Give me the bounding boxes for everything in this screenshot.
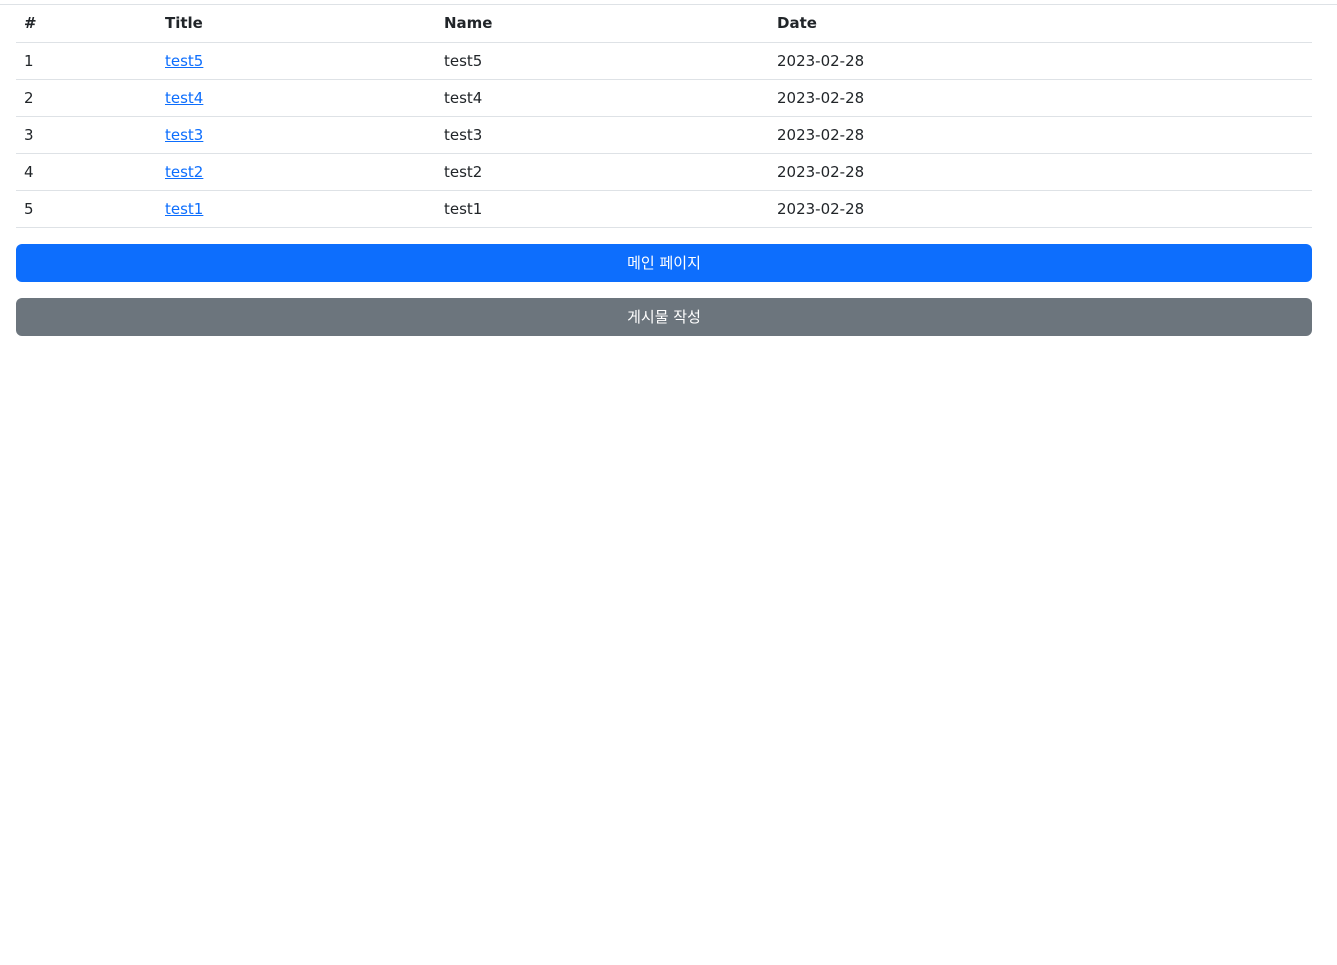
post-title-link[interactable]: test1 [165,200,203,218]
row-date: 2023-02-28 [769,79,1312,117]
row-title-cell: test5 [157,42,436,80]
table-header: # Title Name Date [16,5,1312,43]
row-title-cell: test1 [157,190,436,228]
row-date: 2023-02-28 [769,190,1312,228]
row-number: 3 [16,116,157,154]
board-container: # Title Name Date 1 test5 test5 2023-02-… [16,5,1312,336]
table-body: 1 test5 test5 2023-02-28 2 test4 test4 2… [16,42,1312,228]
row-number: 5 [16,190,157,228]
table-row: 5 test1 test1 2023-02-28 [16,190,1312,228]
post-table: # Title Name Date 1 test5 test5 2023-02-… [16,5,1312,228]
write-post-button[interactable]: 게시물 작성 [16,297,1312,336]
post-title-link[interactable]: test2 [165,163,203,181]
row-title-cell: test2 [157,153,436,191]
row-name: test5 [436,42,769,80]
column-header-number: # [16,5,157,43]
column-header-date: Date [769,5,1312,43]
post-title-link[interactable]: test5 [165,52,203,70]
column-header-name: Name [436,5,769,43]
row-name: test4 [436,79,769,117]
row-number: 4 [16,153,157,191]
table-row: 2 test4 test4 2023-02-28 [16,79,1312,117]
table-row: 4 test2 test2 2023-02-28 [16,153,1312,191]
row-title-cell: test4 [157,79,436,117]
row-title-cell: test3 [157,116,436,154]
row-number: 2 [16,79,157,117]
row-name: test1 [436,190,769,228]
row-date: 2023-02-28 [769,153,1312,191]
row-name: test2 [436,153,769,191]
row-date: 2023-02-28 [769,42,1312,80]
row-name: test3 [436,116,769,154]
row-number: 1 [16,42,157,80]
table-row: 1 test5 test5 2023-02-28 [16,42,1312,80]
row-date: 2023-02-28 [769,116,1312,154]
table-header-row: # Title Name Date [16,5,1312,43]
post-title-link[interactable]: test3 [165,126,203,144]
column-header-title: Title [157,5,436,43]
table-row: 3 test3 test3 2023-02-28 [16,116,1312,154]
post-title-link[interactable]: test4 [165,89,203,107]
main-page-button[interactable]: 메인 페이지 [16,243,1312,282]
